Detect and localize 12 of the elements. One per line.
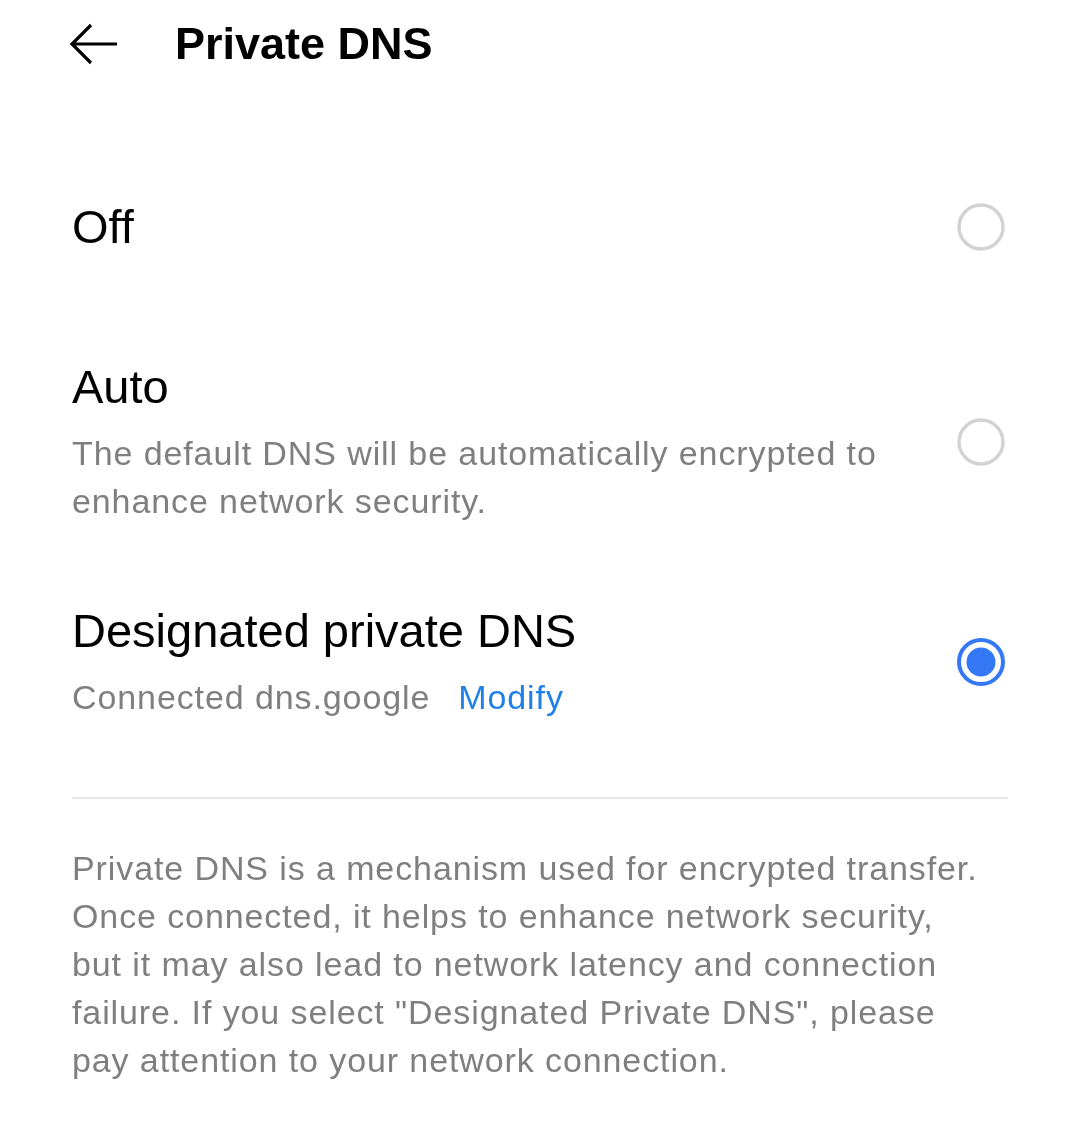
option-description: The default DNS will be automatically encrypted to enhance network security. bbox=[72, 433, 878, 522]
page-title: Private DNS bbox=[175, 17, 433, 71]
back-arrow-icon[interactable] bbox=[69, 22, 119, 66]
radio-button-icon[interactable] bbox=[957, 418, 1005, 466]
option-title[interactable]: Designated private DNS bbox=[72, 603, 577, 659]
modify-link[interactable]: Modify bbox=[458, 673, 564, 721]
radio-selected-icon[interactable] bbox=[957, 638, 1005, 686]
info-paragraph: Private DNS is a mechanism used for encrypted transfer. Once connected, it helps to enhance network security, but it may also lead to network latency and connection failure. If you select "Designated Private DNS", please pay attention to your network connection. bbox=[72, 848, 979, 1081]
radio-button-icon[interactable] bbox=[957, 203, 1005, 251]
option-title[interactable]: Off bbox=[72, 199, 134, 255]
connection-status: Connected dns.google bbox=[72, 677, 431, 718]
option-title[interactable]: Auto bbox=[72, 359, 169, 415]
